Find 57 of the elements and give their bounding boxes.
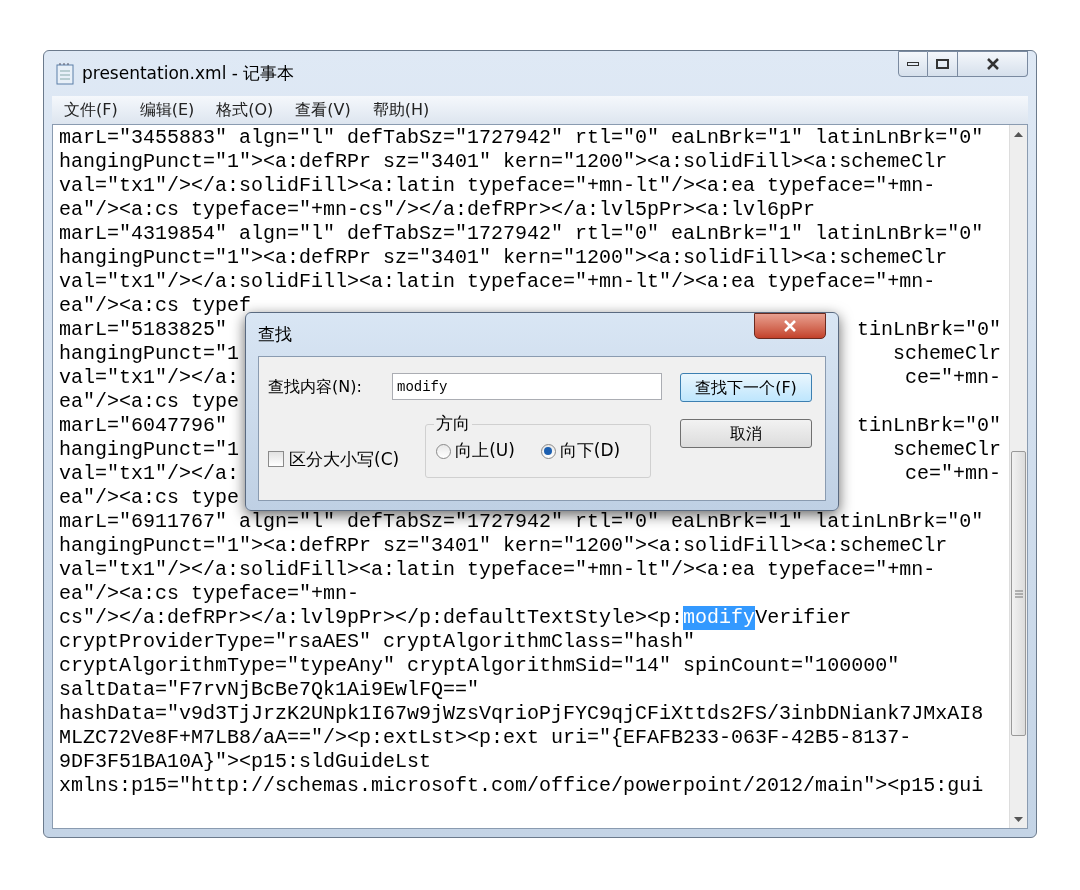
find-next-button[interactable]: 查找下一个(F) [680, 373, 812, 402]
menu-item[interactable]: 文件(F) [64, 98, 118, 122]
code-line: val="tx1"/></a: [59, 462, 240, 486]
code-line: MLZC72Ve8F+M7LB8/aA=="/><p:extLst><p:ext uri="{EFAFB233-063F-42B5-8137- [59, 726, 913, 750]
code-line: schemeClr [892, 342, 1001, 366]
code-line: marL="3455883" algn="l" defTabSz="1727942" rtl="0" eaLnBrk="1" latinLnBrk="0" [59, 126, 985, 150]
close-icon [985, 58, 1000, 70]
menu-item[interactable]: 帮助(H) [372, 98, 430, 122]
code-line: ce="+mn- [905, 462, 1001, 486]
window-title: presentation.xml - 记事本 [82, 61, 295, 85]
code-line: marL="6047796" [59, 414, 228, 438]
code-line: hangingPunct="1"><a:defRPr sz="3401" kern="1200"><a:solidFill><a:schemeClr [59, 150, 949, 174]
code-line: val="tx1"/></a:solidFill><a:latin typeface="+mn-lt"/><a:ea typeface="+mn- [59, 174, 937, 198]
code-line: marL="5183825" [59, 318, 228, 342]
code-line: ce="+mn- [905, 366, 1001, 390]
direction-radio[interactable]: 向下(D) [540, 438, 621, 464]
code-line: hangingPunct="1"><a:defRPr sz="3401" kern="1200"><a:solidFill><a:schemeClr [59, 246, 949, 270]
code-line: val="tx1"/></a:solidFill><a:latin typeface="+mn-lt"/><a:ea typeface="+mn- [59, 558, 937, 582]
code-line: marL="6911767" algn="l" defTabSz="1727942" rtl="0" eaLnBrk="1" latinLnBrk="0" [59, 510, 985, 534]
maximize-button[interactable] [928, 51, 958, 77]
code-line: 9DF3F51BA10A}"><p15:sldGuideLst [59, 750, 433, 774]
code-line: cryptAlgorithmType="typeAny" cryptAlgorithmSid="14" spinCount="100000" [59, 654, 901, 678]
code-line: hangingPunct="1 [59, 342, 240, 366]
scroll-thumb[interactable] [1011, 451, 1026, 736]
notepad-icon [56, 62, 74, 85]
minimize-button[interactable] [898, 51, 928, 77]
code-line: hangingPunct="1 [59, 438, 240, 462]
vertical-scrollbar[interactable] [1009, 125, 1027, 828]
code-line: val="tx1"/></a: [59, 366, 240, 390]
menu-item[interactable]: 格式(O) [216, 98, 274, 122]
cancel-button[interactable]: 取消 [680, 419, 812, 448]
menu-item[interactable]: 编辑(E) [139, 98, 195, 122]
code-line: ea"/><a:cs typeface="+mn- [59, 582, 361, 606]
code-line: saltData="F7rvNjBcBe7Qk1Ai9EwlFQ==" [59, 678, 481, 702]
find-input[interactable]: modify [392, 373, 662, 400]
code-line: hashData="v9d3TjJrzK2UNpk1I67w9jWzsVqrioPjFYC9qjCFiXttds2FS/3inbDNiank7JMxAI8 [59, 702, 985, 726]
direction-label: 方向 [434, 412, 473, 434]
close-icon [783, 320, 797, 332]
code-line: ea"/><a:cs type [59, 486, 240, 510]
code-line: ea"/><a:cs typeface="+mn-cs"/></a:defRPr></a:lvl5pPr><a:lvl6pPr [59, 198, 817, 222]
close-button[interactable] [958, 51, 1028, 77]
dialog-title: 查找 [258, 322, 292, 346]
direction-radio[interactable]: 向上(U) [436, 438, 515, 464]
code-line: val="tx1"/></a:solidFill><a:latin typeface="+mn-lt"/><a:ea typeface="+mn- [59, 270, 937, 294]
close-button[interactable] [754, 313, 826, 339]
code-line: tinLnBrk="0" [856, 318, 1001, 342]
code-line: marL="4319854" algn="l" defTabSz="1727942" rtl="0" eaLnBrk="1" latinLnBrk="0" [59, 222, 985, 246]
find-label: 查找内容(N): [268, 375, 363, 398]
code-line: hangingPunct="1"><a:defRPr sz="3401" kern="1200"><a:solidFill><a:schemeClr [59, 534, 949, 558]
match-case-checkbox[interactable]: 区分大小写(C) [268, 446, 400, 478]
code-line: ea"/><a:cs typef [59, 294, 252, 318]
code-line: tinLnBrk="0" [856, 414, 1001, 438]
menu-item[interactable]: 查看(V) [295, 98, 351, 122]
code-line: schemeClr [892, 438, 1001, 462]
code-line: cryptProviderType="rsaAES" cryptAlgorithmClass="hash" [59, 630, 697, 654]
code-line: ea"/><a:cs type [59, 390, 240, 414]
code-line: xmlns:p15="http://schemas.microsoft.com/office/powerpoint/2012/main"><p15:gui [59, 774, 985, 798]
